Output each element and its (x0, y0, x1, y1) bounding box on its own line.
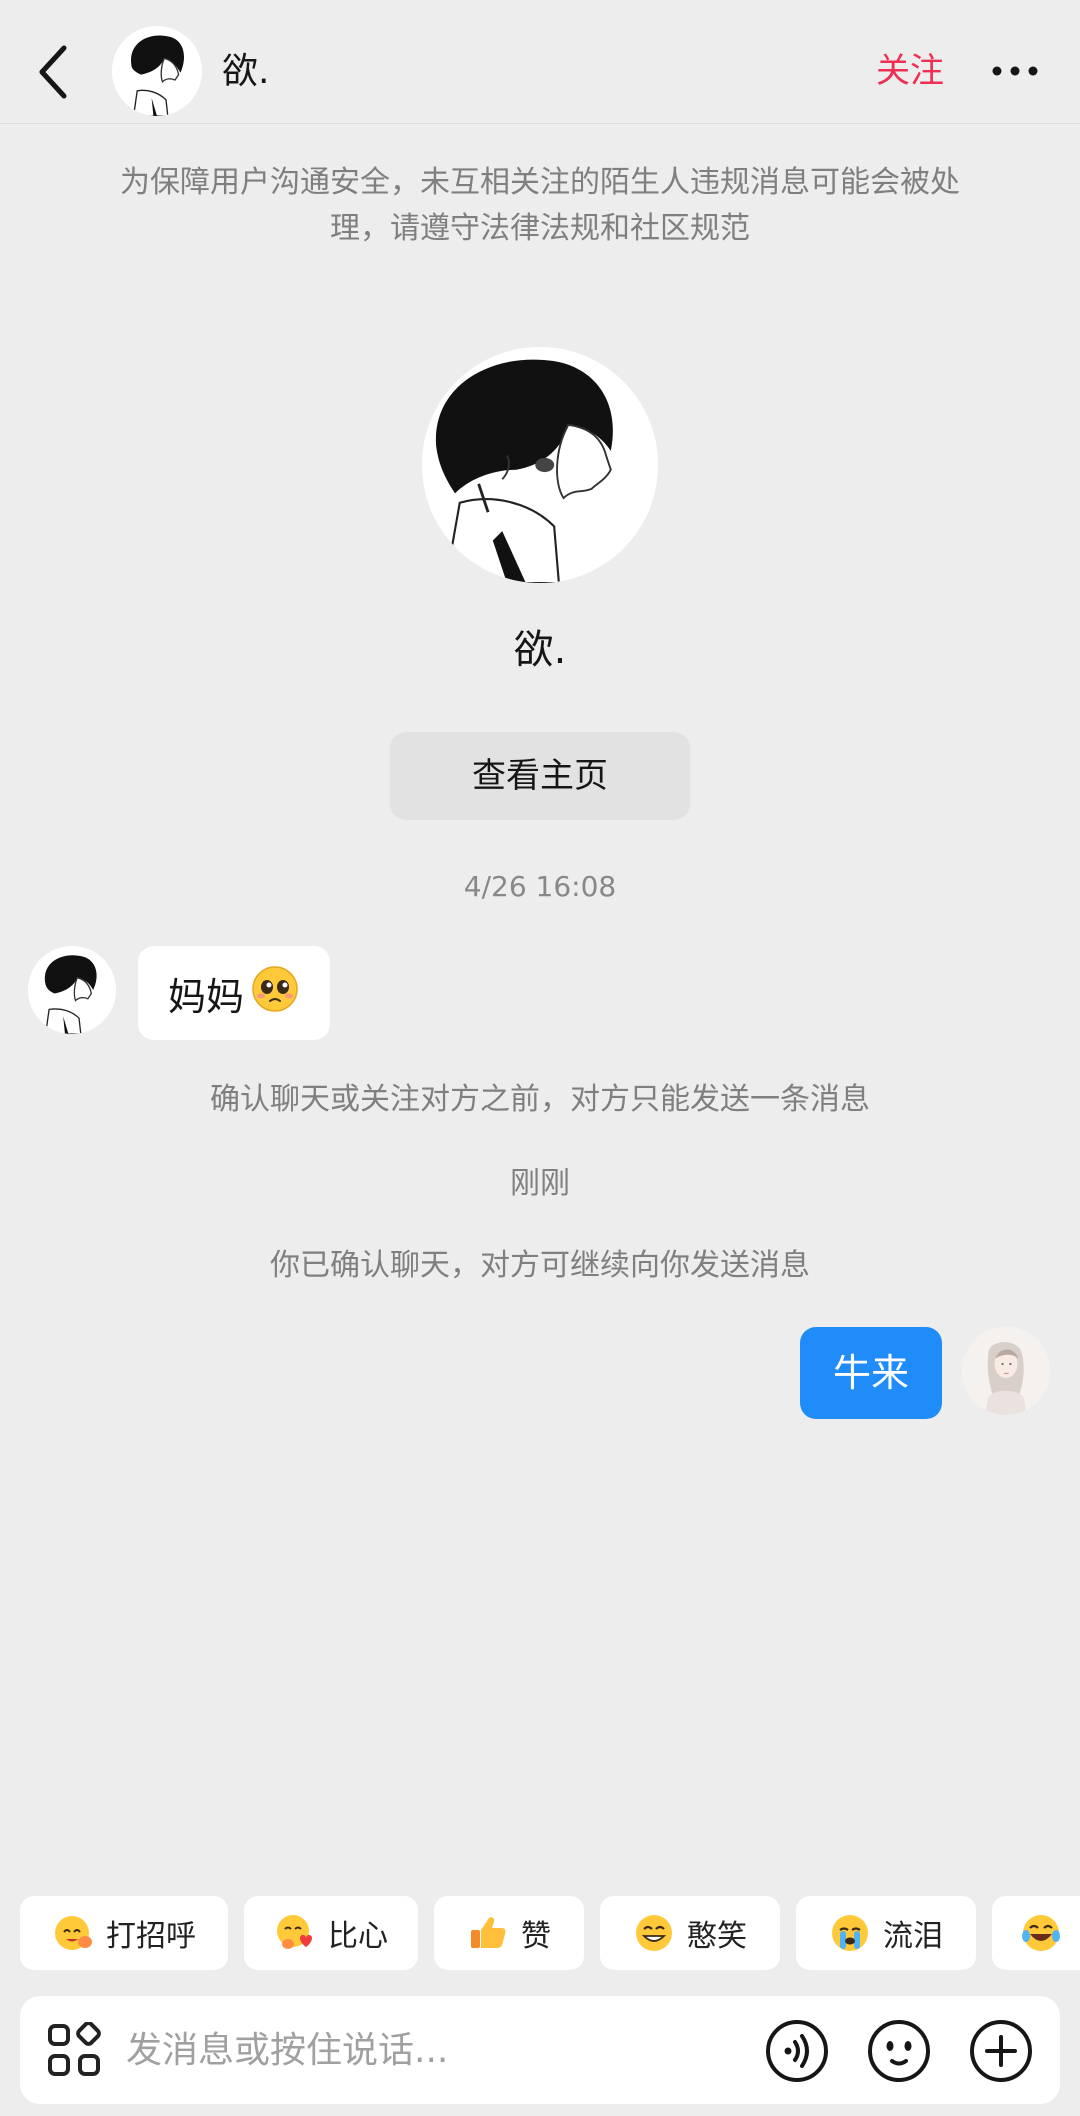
chevron-left-icon (39, 45, 67, 99)
quick-reply-label: 比心 (328, 1919, 388, 1954)
anime-boy-avatar-icon (112, 26, 202, 116)
wave-hand-face-icon (55, 1916, 92, 1950)
quick-reply-bar: 打招呼 比心 赞 憨笑 流泪 (0, 1896, 1080, 1970)
outgoing-message-bubble[interactable]: 牛来 (800, 1327, 942, 1419)
more-dots-icon (992, 66, 1038, 76)
emoji-picker-icon[interactable] (866, 2018, 932, 2084)
grin-face-icon (636, 1915, 672, 1951)
message-timestamp: 4/26 16:08 (463, 870, 617, 903)
thumbs-up-icon (471, 1917, 506, 1948)
sender-avatar[interactable] (28, 946, 116, 1034)
safety-notice: 为保障用户沟通安全，未互相关注的陌生人违规消息可能会被处理，请遵守法律法规和社区… (120, 165, 960, 246)
chat-header: 欲. 关注 (0, 0, 1080, 124)
contact-name: 欲. (222, 51, 270, 92)
profile-avatar[interactable] (422, 347, 658, 583)
message-input-bar (20, 1996, 1060, 2104)
quick-reply-cry[interactable]: 流泪 (796, 1896, 976, 1970)
quick-reply-like[interactable]: 赞 (434, 1896, 584, 1970)
chat-screen: 欲. 关注 为保障用户沟通安全，未互相关注的陌生人违规消息可能会被处理，请遵守法… (0, 0, 1080, 2116)
system-notice-limit: 确认聊天或关注对方之前，对方只能发送一条消息 (210, 1082, 870, 1117)
laughing-tears-face-icon (1022, 1915, 1060, 1951)
apps-grid-icon[interactable] (46, 2021, 102, 2078)
back-button[interactable] (30, 40, 80, 100)
voice-input-icon[interactable] (764, 2018, 830, 2084)
profile-name: 欲. (513, 627, 567, 673)
more-options-button[interactable] (990, 56, 1040, 86)
quick-reply-label: 憨笑 (687, 1919, 747, 1954)
plus-more-icon[interactable] (968, 2018, 1034, 2084)
follow-button[interactable]: 关注 (876, 48, 944, 94)
quick-reply-label: 打招呼 (106, 1919, 196, 1954)
girl-portrait-avatar-icon (962, 1327, 1050, 1415)
incoming-message-bubble[interactable]: 妈妈 (138, 946, 331, 1040)
quick-reply-grin[interactable]: 憨笑 (600, 1896, 780, 1970)
incoming-message-text: 妈妈 (168, 974, 245, 1019)
system-notice-confirmed: 你已确认聊天，对方可继续向你发送消息 (270, 1248, 810, 1283)
quick-reply-greet[interactable]: 打招呼 (20, 1896, 228, 1970)
quick-reply-label: 流泪 (883, 1919, 943, 1954)
anime-boy-avatar-icon (422, 347, 658, 583)
crying-face-icon (832, 1915, 868, 1951)
quick-reply-laugh[interactable] (992, 1896, 1080, 1970)
heart-hands-face-icon (277, 1915, 312, 1949)
time-just-now: 刚刚 (510, 1166, 570, 1201)
pleading-face-icon (250, 964, 300, 1023)
anime-boy-avatar-icon (28, 946, 116, 1034)
view-profile-button[interactable]: 查看主页 (390, 732, 690, 820)
quick-reply-heart[interactable]: 比心 (244, 1896, 418, 1970)
message-input[interactable] (126, 2020, 746, 2080)
my-avatar[interactable] (962, 1327, 1050, 1415)
contact-avatar[interactable] (112, 26, 202, 116)
quick-reply-label: 赞 (521, 1919, 551, 1954)
